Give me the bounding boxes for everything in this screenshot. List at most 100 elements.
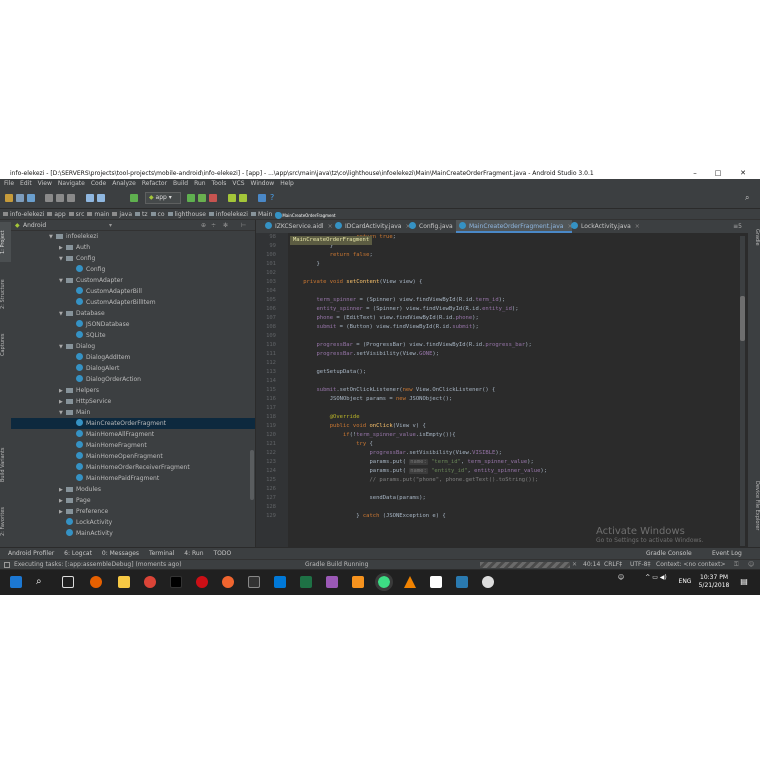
code-line[interactable]: // params.put("phone", phone.getText().t… [290,476,740,485]
vlc-icon[interactable] [404,576,416,588]
close-icon[interactable]: × [635,223,640,230]
tree-item[interactable]: DialogOrderAction [11,374,255,385]
android-studio-icon[interactable] [375,573,393,591]
tray-icons[interactable]: ^ ▭ ◀) [635,574,677,582]
code-line[interactable]: public void onClick(View v) { [290,422,740,431]
help-icon[interactable]: ? [270,193,274,202]
tree-item[interactable]: DialogAddItem [11,352,255,363]
search-icon[interactable]: ⌕ [36,576,48,588]
tab-overflow-icon[interactable]: ≡5 [733,220,742,233]
tree-item[interactable]: CustomAdapterBillItem [11,297,255,308]
breadcrumb-item[interactable]: infoelekezi [209,209,248,219]
maximize-button[interactable]: □ [708,168,728,179]
sync-scroll-icon[interactable]: ⊕ [201,220,206,231]
input-language[interactable]: ENG [677,574,693,590]
editor-tab[interactable]: MainCreateOrderFragment.java × [456,220,573,233]
search-everywhere-icon[interactable]: ⌕ [745,193,749,203]
code-line[interactable] [290,332,740,341]
breadcrumb-item[interactable]: src [69,209,85,219]
firefox-icon[interactable] [90,576,102,588]
tree-item[interactable]: ▶ Preference [11,506,255,517]
tree-item[interactable]: MainCreateOrderFragment [11,418,255,429]
code-line[interactable]: submit.setOnClickListener(new View.OnCli… [290,386,740,395]
tool-todo[interactable]: TODO [213,550,231,557]
menu-window[interactable]: Window [251,180,275,187]
chrome-icon[interactable] [144,576,156,588]
code-area[interactable]: return true; } return false; } private v… [290,233,740,547]
code-line[interactable]: params.put( name: "term_id", term_spinne… [290,458,740,467]
hide-icon[interactable]: ⊢ [241,220,246,231]
menu-refactor[interactable]: Refactor [142,180,167,187]
code-line[interactable]: JSONObject params = new JSONObject(); [290,395,740,404]
start-icon[interactable] [10,576,22,588]
tree-item[interactable]: MainHomePaidFragment [11,473,255,484]
code-line[interactable]: params.put( name: "entity_id", entity_sp… [290,467,740,476]
breadcrumb-item[interactable]: info-elekezi [3,209,44,219]
tree-item[interactable]: CustomAdapterBill [11,286,255,297]
view-mode-select[interactable]: Android [23,220,46,231]
menu-analyze[interactable]: Analyze [112,180,136,187]
editor-scroll-thumb[interactable] [740,296,745,341]
code-line[interactable] [290,287,740,296]
tool-terminal[interactable]: Terminal [149,550,174,557]
code-line[interactable]: sendData(params); [290,494,740,503]
menu-help[interactable]: Help [280,180,294,187]
tree-item[interactable]: SQLite [11,330,255,341]
code-line[interactable]: phone = (EditText) view.findViewById(R.i… [290,314,740,323]
tab-build-variants[interactable]: Build Variants [0,440,11,490]
file-explorer-icon[interactable] [118,576,130,588]
breadcrumb-item[interactable]: main [87,209,109,219]
editor-tab[interactable]: IDCardActivity.java × [332,220,411,233]
editor-tab[interactable]: Config.java× [406,220,462,233]
lock-icon[interactable]: ⚿ [734,560,739,569]
debug-icon[interactable] [198,194,206,202]
network-app-icon[interactable] [456,576,468,588]
tree-item[interactable]: ▼ Config [11,253,255,264]
sync-icon[interactable] [27,194,35,202]
editor-tab[interactable]: LockActivity.java × [568,220,640,233]
tree-item[interactable]: ▼ Dialog [11,341,255,352]
code-line[interactable]: progressBar.setVisibility(View.GONE); [290,350,740,359]
caret-position[interactable]: 40:14 [583,560,600,569]
menu-view[interactable]: View [38,180,52,187]
menu-tools[interactable]: Tools [212,180,227,187]
tab-gradle[interactable]: Gradle [749,222,760,252]
code-line[interactable]: getSetupData(); [290,368,740,377]
code-line[interactable]: term_spinner = (Spinner) view.findViewBy… [290,296,740,305]
code-line[interactable] [290,359,740,368]
project-scrollbar[interactable] [250,450,254,500]
gear-icon[interactable]: ✻ [223,220,228,231]
tree-item[interactable]: ▼ Main [11,407,255,418]
sdk-manager-icon[interactable] [228,194,236,202]
xampp-icon[interactable] [352,576,364,588]
save-icon[interactable] [16,194,24,202]
breadcrumb-item[interactable]: java [112,209,132,219]
code-line[interactable] [290,269,740,278]
code-line[interactable]: submit = (Button) view.findViewById(R.id… [290,323,740,332]
tree-item[interactable]: ▶ Auth [11,242,255,253]
line-separator[interactable]: CRLF‡ [604,560,622,569]
tab-project[interactable]: 1: Project [0,222,11,262]
menu-navigate[interactable]: Navigate [58,180,85,187]
code-line[interactable]: } catch (JSONException e) { [290,512,740,521]
back-icon[interactable] [86,194,94,202]
tree-item[interactable]: MainHomeAllFragment [11,429,255,440]
menu-edit[interactable]: Edit [20,180,32,187]
tree-item[interactable]: ▼ CustomAdapter [11,275,255,286]
tree-item[interactable]: MainHomeOrderReceiverFragment [11,462,255,473]
run-icon[interactable] [187,194,195,202]
breadcrumb-item[interactable]: co [151,209,165,219]
code-line[interactable]: try { [290,440,740,449]
postman-icon[interactable] [222,576,234,588]
open-icon[interactable] [5,194,13,202]
tab-captures[interactable]: Captures [0,325,11,365]
vscode-icon[interactable] [274,576,286,588]
tree-item[interactable]: LockActivity [11,517,255,528]
task-view-icon[interactable] [62,576,74,588]
code-line[interactable]: if(!term_spinner_value.isEmpty()){ [290,431,740,440]
terminal-icon[interactable] [248,576,260,588]
app-icon[interactable] [170,576,182,588]
tree-item[interactable]: ▶ Modules [11,484,255,495]
tree-item[interactable]: ▼ infoelekezi [11,231,255,242]
tree-item[interactable]: MainActivity [11,528,255,539]
